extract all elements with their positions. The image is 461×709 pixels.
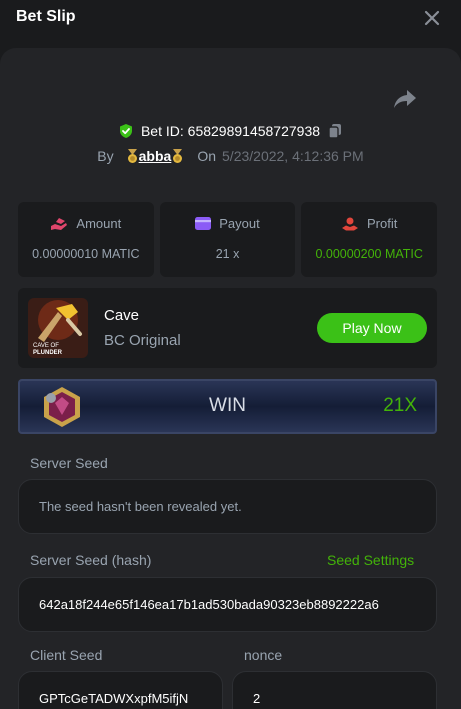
profit-value: 0.00000200 MATIC <box>315 247 423 261</box>
client-seed-label: Client Seed <box>30 647 103 663</box>
result-multiplier: 21X <box>383 395 417 416</box>
bet-id-value: 65829891458727938 <box>187 123 321 139</box>
bet-id-row: Bet ID: 65829891458727938 <box>0 120 461 142</box>
game-card: CAVE OF PLUNDER Cave BC Original Play No… <box>18 288 437 368</box>
payout-stat: Payout 21 x <box>159 202 296 277</box>
username-link[interactable]: abba <box>126 148 185 164</box>
amount-stat: Amount 0.00000010 MATIC <box>18 202 154 277</box>
on-label: On <box>197 148 217 164</box>
profit-hand-icon <box>342 217 358 230</box>
server-seed-hash-field[interactable]: 642a18f244e65f146ea17b1ad530bada90323eb8… <box>18 577 437 632</box>
seed-settings-link[interactable]: Seed Settings <box>327 552 414 568</box>
bet-id-text: Bet ID: 65829891458727938 <box>141 123 320 139</box>
game-thumbnail[interactable]: CAVE OF PLUNDER <box>28 298 88 358</box>
server-seed-hash-label: Server Seed (hash) <box>30 552 152 568</box>
server-seed-label: Server Seed <box>30 455 108 471</box>
page-title: Bet Slip <box>16 8 76 25</box>
result-banner: WIN 21X <box>18 379 437 434</box>
close-icon[interactable] <box>423 9 441 27</box>
payout-label-row: Payout <box>160 216 296 231</box>
nonce-field[interactable]: 2 <box>232 671 437 709</box>
by-label: By <box>97 148 114 164</box>
medal-icon <box>173 148 183 163</box>
bet-id-label: Bet ID: <box>140 123 184 139</box>
server-seed-field[interactable]: The seed hasn't been revealed yet. <box>18 479 437 534</box>
copy-icon[interactable] <box>327 123 343 139</box>
thumbnail-text-bottom: PLUNDER <box>33 350 63 356</box>
coins-hand-icon <box>51 217 68 230</box>
payout-value: 21 x <box>215 247 240 261</box>
game-name: Cave <box>104 307 140 324</box>
amount-label: Amount <box>76 216 122 231</box>
thumbnail-text-top: CAVE OF <box>33 343 59 349</box>
amount-value: 0.00000010 MATIC <box>32 247 140 261</box>
profit-label-row: Profit <box>301 216 437 231</box>
bet-author-row: By abba On 5/23/2022, 4:12:36 PM <box>0 145 461 167</box>
medal-icon <box>127 148 137 163</box>
bet-stats: Amount 0.00000010 MATIC Payout 21 x Prof… <box>18 202 438 277</box>
amount-label-row: Amount <box>18 216 154 231</box>
username: abba <box>138 148 172 164</box>
bet-datetime: 5/23/2022, 4:12:36 PM <box>222 148 364 164</box>
bet-slip-header: Bet Slip <box>0 0 461 38</box>
game-subtitle: BC Original <box>104 332 181 349</box>
payout-label: Payout <box>219 216 260 231</box>
play-now-button[interactable]: Play Now <box>317 313 427 343</box>
wallet-card-icon <box>195 217 212 230</box>
profit-stat: Profit 0.00000200 MATIC <box>301 202 438 277</box>
nonce-label: nonce <box>244 647 283 663</box>
client-seed-field[interactable]: GPTcGeTADWXxpfM5ifjN <box>18 671 223 709</box>
shield-check-icon <box>119 124 132 138</box>
share-arrow-icon[interactable] <box>393 88 417 110</box>
profit-label: Profit <box>367 216 398 231</box>
result-status: WIN <box>209 395 246 416</box>
